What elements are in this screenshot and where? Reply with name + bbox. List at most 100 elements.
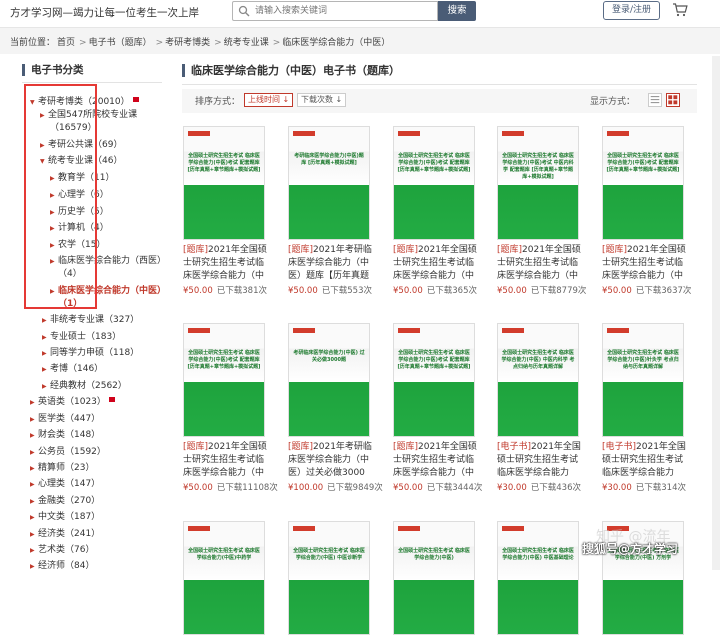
- book-cover[interactable]: 全国硕士研究生招生考试 临床医学综合能力(中医)考试 配套题库 [历年真题+章节…: [183, 126, 265, 240]
- cart-icon[interactable]: [672, 3, 688, 17]
- book-cover[interactable]: 全国硕士研究生招生考试 临床医学综合能力(中医) 中医内科学 考点归纳与历年真题…: [497, 323, 579, 437]
- book-cover[interactable]: 全国硕士研究生招生考试 临床医学综合能力(中医)针灸学 考点归纳与历年真题详解: [602, 323, 684, 437]
- search-button[interactable]: 搜索: [438, 1, 476, 21]
- product-title[interactable]: [电子书]2021年全国硕士研究生招生考试临床医学综合能力（中: [602, 441, 686, 480]
- category-label: 中文类（187）: [38, 512, 101, 522]
- category-item[interactable]: ▶ 心理类（147）: [30, 477, 100, 492]
- category-item[interactable]: ▶ 非统考专业课（327）: [42, 313, 139, 328]
- category-item[interactable]: ▶ 经济师（84）: [30, 559, 94, 574]
- breadcrumb-item[interactable]: 电子书（题库）: [89, 38, 152, 48]
- category-label: 全国547所院校专业课: [48, 110, 138, 120]
- publisher-logo: [607, 328, 629, 333]
- category-item[interactable]: ▼ 统考专业课（46）: [40, 154, 122, 169]
- breadcrumb-item-current[interactable]: 临床医学综合能力（中医）: [282, 38, 390, 48]
- product-type-tag: [题库]: [497, 245, 523, 255]
- category-item[interactable]: ▶ 心理学（6）: [50, 188, 109, 203]
- breadcrumb-item[interactable]: 统考专业课: [224, 38, 269, 48]
- book-cover[interactable]: 全国硕士研究生招生考试 临床医学综合能力(中医)考试 中医内科学 配套题库 [历…: [497, 126, 579, 240]
- search-input[interactable]: [255, 3, 435, 19]
- login-register-button[interactable]: 登录/注册: [603, 1, 660, 20]
- product-title[interactable]: [电子书]2021年全国硕士研究生招生考试临床医学综合能力（中医: [497, 441, 581, 480]
- bullet-arrow-icon: ▶: [30, 531, 35, 538]
- product-title[interactable]: [题库]2021年全国硕士研究生招生考试临床医学综合能力（中: [602, 244, 686, 283]
- book-cover[interactable]: 全国硕士研究生招生考试 临床医学综合能力(中医)考试 配套题库 [历年真题+章节…: [393, 126, 475, 240]
- cover-text: 考研临床医学综合能力(中医) 过关必做3000题: [293, 350, 365, 363]
- category-item[interactable]: ▶ 艺术类（76）: [30, 543, 94, 558]
- category-item[interactable]: ▶ 公务员（1592）: [30, 445, 106, 460]
- book-cover[interactable]: 全国硕士研究生招生考试 临床医学综合能力(中医): [393, 521, 475, 635]
- category-item[interactable]: ▶ 考研公共课（69）: [40, 138, 122, 153]
- book-cover[interactable]: 全国硕士研究生招生考试 临床医学综合能力(中医)中药学: [183, 521, 265, 635]
- bullet-arrow-icon: ▶: [30, 465, 35, 472]
- category-item[interactable]: ▶ 同等学力申硕（118）: [42, 346, 139, 361]
- category-item[interactable]: ▶ 计算机（4）: [50, 221, 109, 236]
- sort-by-date-button[interactable]: 上线时间 ↓: [244, 93, 294, 107]
- book-cover[interactable]: 考研临床医学综合能力(中医) 过关必做3000题: [288, 323, 370, 437]
- breadcrumb-bar: 当前位置： 首页 > 电子书（题库） > 考研考博类 > 统考专业课 > 临床医学综合能力（中医）: [0, 28, 720, 54]
- bullet-arrow-icon: ▶: [30, 449, 35, 456]
- cover-text: 全国硕士研究生招生考试 临床医学综合能力(中医)考试 配套题库 [历年真题+章节…: [187, 153, 261, 173]
- bullet-arrow-icon: ▶: [30, 514, 35, 521]
- display-label: 显示方式：: [590, 97, 636, 107]
- category-item[interactable]: ▶ 金融类（270）: [30, 494, 100, 509]
- grid-view-icon[interactable]: [666, 93, 680, 107]
- product-title[interactable]: [题库]2021年全国硕士研究生招生考试临床医学综合能力（中: [497, 244, 581, 283]
- price-row: ¥50.00 已下载8779次: [497, 285, 586, 297]
- category-item[interactable]: ▶ 英语类（1023）: [30, 395, 115, 410]
- product-type-tag: [题库]: [393, 245, 419, 255]
- publisher-logo: [502, 131, 524, 136]
- category-label: 经济类（241）: [38, 529, 101, 539]
- book-cover[interactable]: 全国硕士研究生招生考试 临床医学综合能力(中医)考试 配套题库 [历年真题+章节…: [393, 323, 475, 437]
- product-title[interactable]: [题库]2021年全国硕士研究生招生考试临床医学综合能力（中: [183, 244, 267, 283]
- price: ¥50.00: [183, 483, 213, 493]
- product-type-tag: [电子书]: [602, 442, 637, 452]
- book-cover[interactable]: 全国硕士研究生招生考试 临床医学综合能力(中医)考试 配套题库 [历年真题+章节…: [183, 323, 265, 437]
- breadcrumb-item[interactable]: 考研考博类: [165, 38, 210, 48]
- category-item[interactable]: （16579）: [50, 121, 97, 135]
- sort-bar: 排序方式： 上线时间 ↓ 下载次数 ↓ 显示方式：: [182, 89, 697, 113]
- category-item[interactable]: ▶ 财会类（148）: [30, 428, 100, 443]
- category-item[interactable]: ▶ 精算师（23）: [30, 461, 94, 476]
- book-cover[interactable]: 全国硕士研究生招生考试 临床医学综合能力(中医) 中医诊断学: [288, 521, 370, 635]
- product-title[interactable]: [题库]2021年考研临床医学综合能力（中医）题库【历年真题: [288, 244, 372, 283]
- publisher-logo: [398, 328, 420, 333]
- category-item[interactable]: （1）: [58, 297, 82, 311]
- product-title[interactable]: [题库]2021年全国硕士研究生招生考试临床医学综合能力（中: [393, 441, 477, 480]
- category-item[interactable]: ▶ 历史学（5）: [50, 205, 109, 220]
- category-item[interactable]: ▶ 经典教材（2562）: [42, 379, 127, 394]
- category-item[interactable]: ▶ 医学类（447）: [30, 412, 100, 427]
- download-count: 已下载365次: [426, 286, 477, 296]
- breadcrumb-separator: >: [155, 38, 164, 48]
- expand-arrow-icon: ▼: [30, 99, 35, 106]
- product-title[interactable]: [题库]2021年考研临床医学综合能力（中医）过关必做3000题: [288, 441, 372, 480]
- sort-label: 排序方式：: [195, 97, 241, 107]
- download-count: 已下载3444次: [426, 483, 483, 493]
- category-item[interactable]: ▶ 教育学（11）: [50, 171, 114, 186]
- product-title[interactable]: [题库]2021年全国硕士研究生招生考试临床医学综合能力（中: [393, 244, 477, 283]
- list-view-icon[interactable]: [648, 93, 662, 107]
- category-label: 专业硕士（183）: [50, 332, 122, 342]
- category-label: （16579）: [50, 123, 97, 133]
- publisher-logo: [502, 328, 524, 333]
- category-item[interactable]: ▶ 考博（146）: [42, 362, 103, 377]
- book-cover[interactable]: 全国硕士研究生招生考试 临床医学综合能力(中医)考试 配套题库 [历年真题+章节…: [602, 126, 684, 240]
- price: ¥50.00: [288, 286, 318, 296]
- category-item[interactable]: ▶ 经济类（241）: [30, 527, 100, 542]
- breadcrumb-item[interactable]: 首页: [57, 38, 75, 48]
- download-count: 已下载8779次: [530, 286, 587, 296]
- bullet-arrow-icon: ▶: [30, 416, 35, 423]
- scrollbar[interactable]: [712, 56, 720, 570]
- category-label: 考研公共课（69）: [48, 140, 123, 150]
- category-item[interactable]: ▶ 专业硕士（183）: [42, 330, 121, 345]
- product-title[interactable]: [题库]2021年全国硕士研究生招生考试临床医学综合能力（中: [183, 441, 267, 480]
- search-box[interactable]: [232, 1, 438, 21]
- publisher-logo: [293, 526, 315, 531]
- category-item[interactable]: ▶ 中文类（187）: [30, 510, 100, 525]
- site-title[interactable]: 方才学习网—竭力让每一位考生一次上岸: [10, 5, 199, 20]
- sort-by-downloads-button[interactable]: 下载次数 ↓: [297, 93, 347, 107]
- category-item[interactable]: ▶ 农学（15）: [50, 238, 105, 253]
- category-item[interactable]: （4）: [58, 267, 82, 281]
- book-cover[interactable]: 全国硕士研究生招生考试 临床医学综合能力(中医) 中医基础理论: [497, 521, 579, 635]
- price: ¥50.00: [497, 286, 527, 296]
- book-cover[interactable]: 考研临床医学综合能力(中医)题库 [历年真题+模拟试题]: [288, 126, 370, 240]
